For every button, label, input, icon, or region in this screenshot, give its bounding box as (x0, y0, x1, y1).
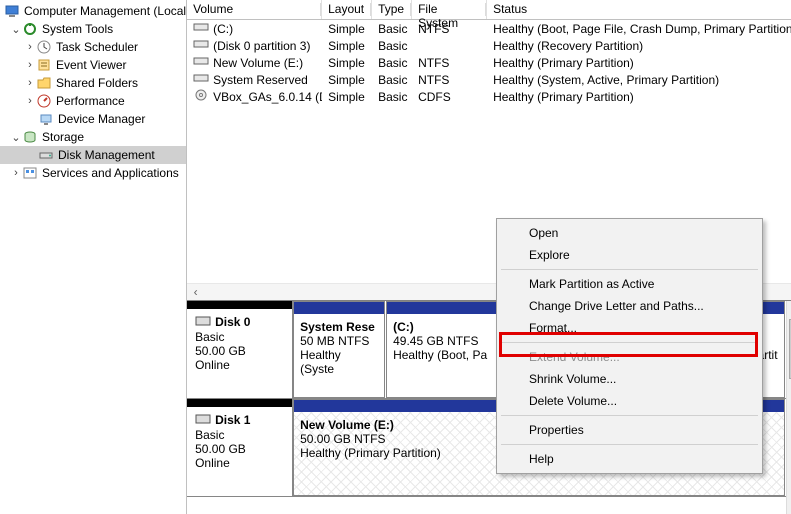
tree-label: Performance (56, 94, 125, 108)
disk-info[interactable]: Disk 1 Basic 50.00 GB Online (187, 399, 293, 496)
tree-device-manager[interactable]: Device Manager (0, 110, 186, 128)
col-volume[interactable]: Volume (187, 0, 322, 19)
menu-separator (501, 444, 758, 445)
tree-task-scheduler[interactable]: › Task Scheduler (0, 38, 186, 56)
tree-label: Task Scheduler (56, 40, 138, 54)
services-icon (22, 165, 38, 181)
collapse-icon[interactable]: ⌄ (10, 23, 22, 36)
col-type[interactable]: Type (372, 0, 412, 19)
volume-row[interactable]: (C:) Simple Basic NTFS Healthy (Boot, Pa… (187, 20, 791, 37)
scroll-right-icon[interactable]: › (786, 284, 791, 301)
computer-icon (4, 3, 20, 19)
tree-label: Services and Applications (42, 166, 179, 180)
shared-folder-icon (36, 75, 52, 91)
tree-label: System Tools (42, 22, 113, 36)
menu-help[interactable]: Help (499, 448, 760, 470)
tree-system-tools[interactable]: ⌄ System Tools (0, 20, 186, 38)
performance-icon (36, 93, 52, 109)
tree-event-viewer[interactable]: › Event Viewer (0, 56, 186, 74)
tree-label: Device Manager (58, 112, 145, 126)
menu-separator (501, 415, 758, 416)
clock-icon (36, 39, 52, 55)
col-layout[interactable]: Layout (322, 0, 372, 19)
menu-delete-volume[interactable]: Delete Volume... (499, 390, 760, 412)
col-status[interactable]: Status (487, 0, 791, 19)
tree-label: Disk Management (58, 148, 155, 162)
tree-storage[interactable]: ⌄ Storage (0, 128, 186, 146)
scroll-left-icon[interactable]: ‹ (187, 284, 204, 301)
expand-icon[interactable]: › (24, 59, 36, 71)
tree-label: Event Viewer (56, 58, 126, 72)
disk-info[interactable]: Disk 0 Basic 50.00 GB Online (187, 301, 293, 398)
tree-disk-management[interactable]: Disk Management (0, 146, 186, 164)
scroll-up-icon[interactable]: ˄ (787, 301, 791, 318)
vertical-scrollbar[interactable]: ˄ ˅ (786, 301, 791, 514)
tree-label: Computer Management (Local (24, 4, 186, 18)
partition[interactable]: System Rese 50 MB NTFS Healthy (Syste (293, 301, 385, 398)
device-icon (38, 111, 54, 127)
tools-icon (22, 21, 38, 37)
tree-root[interactable]: Computer Management (Local (0, 2, 186, 20)
menu-properties[interactable]: Properties (499, 419, 760, 441)
menu-explore[interactable]: Explore (499, 244, 760, 266)
expand-icon[interactable]: › (24, 95, 36, 107)
drive-icon (193, 21, 209, 33)
menu-shrink-volume[interactable]: Shrink Volume... (499, 368, 760, 390)
menu-format[interactable]: Format... (499, 317, 760, 339)
tree-shared-folders[interactable]: › Shared Folders (0, 74, 186, 92)
expand-icon[interactable]: › (24, 41, 36, 53)
col-filesystem[interactable]: File System (412, 0, 487, 19)
scroll-down-icon[interactable]: ˅ (787, 497, 791, 514)
expand-icon[interactable]: › (24, 77, 36, 89)
menu-open[interactable]: Open (499, 222, 760, 244)
drive-icon (193, 38, 209, 50)
hdd-icon (195, 413, 211, 428)
menu-separator (501, 342, 758, 343)
volume-row[interactable]: New Volume (E:) Simple Basic NTFS Health… (187, 54, 791, 71)
volume-row[interactable]: (Disk 0 partition 3) Simple Basic Health… (187, 37, 791, 54)
volume-row[interactable]: System Reserved Simple Basic NTFS Health… (187, 71, 791, 88)
event-icon (36, 57, 52, 73)
tree-label: Shared Folders (56, 76, 138, 90)
drive-icon (193, 72, 209, 84)
context-menu: Open Explore Mark Partition as Active Ch… (496, 218, 763, 474)
menu-extend-volume: Extend Volume... (499, 346, 760, 368)
tree-label: Storage (42, 130, 84, 144)
tree-performance[interactable]: › Performance (0, 92, 186, 110)
volume-header: Volume Layout Type File System Status (187, 0, 791, 20)
menu-separator (501, 269, 758, 270)
menu-change-drive-letter[interactable]: Change Drive Letter and Paths... (499, 295, 760, 317)
storage-icon (22, 129, 38, 145)
navigation-tree: Computer Management (Local ⌄ System Tool… (0, 0, 187, 514)
drive-icon (193, 55, 209, 67)
hdd-icon (195, 315, 211, 330)
collapse-icon[interactable]: ⌄ (10, 131, 22, 144)
menu-mark-active[interactable]: Mark Partition as Active (499, 273, 760, 295)
volume-row[interactable]: VBox_GAs_6.0.14 (D:) Simple Basic CDFS H… (187, 88, 791, 105)
disk-mgmt-icon (38, 147, 54, 163)
expand-icon[interactable]: › (10, 167, 22, 179)
tree-services-apps[interactable]: › Services and Applications (0, 164, 186, 182)
disc-icon (193, 89, 209, 101)
